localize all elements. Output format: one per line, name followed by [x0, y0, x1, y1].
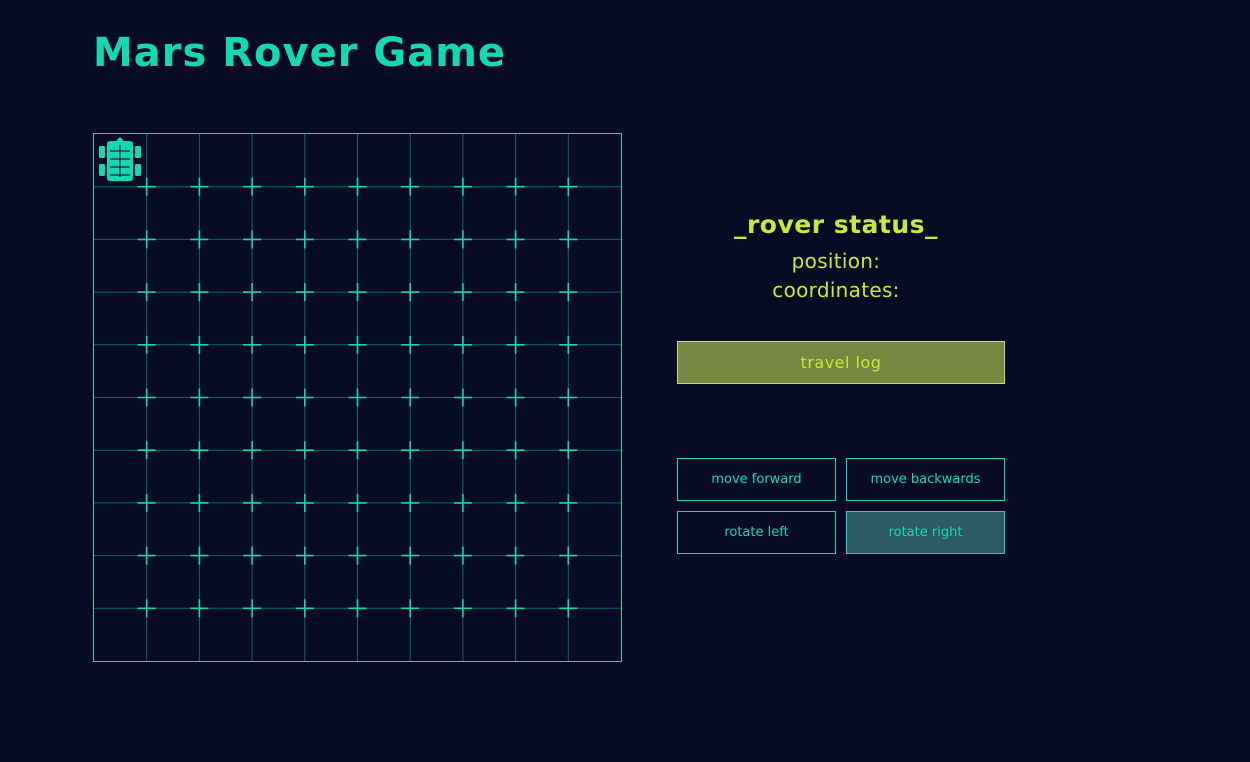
grid-cross-marker [190, 441, 209, 460]
grid-cross-marker [453, 335, 472, 354]
grid-cross-marker [453, 599, 472, 618]
travel-log-button[interactable]: travel log [677, 341, 1005, 384]
grid-cross-marker [295, 493, 314, 512]
grid-cross-marker [243, 599, 262, 618]
grid-cross-marker [348, 388, 367, 407]
grid-cross-marker [190, 335, 209, 354]
grid-cross-marker [348, 335, 367, 354]
rotate-right-button[interactable]: rotate right [846, 511, 1005, 554]
grid-cross-marker [506, 283, 525, 302]
grid-cross-marker [137, 599, 156, 618]
rover-icon[interactable] [97, 137, 143, 185]
grid-cross-marker [559, 493, 578, 512]
grid-cross-marker [506, 177, 525, 196]
grid-cross-marker [295, 388, 314, 407]
grid-cross-marker [401, 230, 420, 249]
grid-cross-marker [190, 493, 209, 512]
grid-cross-marker [243, 230, 262, 249]
grid-cross-marker [190, 546, 209, 565]
grid-cross-marker [401, 177, 420, 196]
grid-cross-marker [559, 230, 578, 249]
coordinates-label: coordinates: [772, 278, 900, 302]
grid-cross-marker [453, 388, 472, 407]
grid-cross-marker [243, 388, 262, 407]
grid-cross-marker [401, 283, 420, 302]
grid-cross-marker [559, 546, 578, 565]
grid-cross-marker [453, 493, 472, 512]
grid-cross-marker [295, 177, 314, 196]
grid-cross-marker [190, 230, 209, 249]
grid-cross-marker [559, 177, 578, 196]
grid-cross-marker [243, 177, 262, 196]
grid-cross-marker [137, 546, 156, 565]
grid-cross-marker [137, 283, 156, 302]
grid-cross-marker [559, 599, 578, 618]
grid-cross-marker [559, 335, 578, 354]
grid-cross-marker [401, 493, 420, 512]
grid-cross-marker [348, 230, 367, 249]
grid-cross-marker [348, 441, 367, 460]
grid-cross-marker [506, 546, 525, 565]
grid-cross-marker [295, 283, 314, 302]
grid-cross-marker [401, 546, 420, 565]
page: Mars Rover Game _rover status_ position:… [0, 0, 1250, 762]
grid-cross-marker [243, 546, 262, 565]
grid-cross-marker [453, 441, 472, 460]
grid-cross-marker [559, 283, 578, 302]
move-backwards-button[interactable]: move backwards [846, 458, 1005, 501]
grid-cross-marker [295, 441, 314, 460]
grid-cross-marker [453, 230, 472, 249]
grid-cross-marker [295, 599, 314, 618]
grid-cross-marker [243, 283, 262, 302]
grid-cross-marker [348, 283, 367, 302]
grid-cross-marker [401, 388, 420, 407]
grid-cross-marker [243, 335, 262, 354]
grid-cross-marker [506, 230, 525, 249]
grid-cross-marker [243, 441, 262, 460]
grid-cross-marker [401, 441, 420, 460]
grid-cross-marker [190, 388, 209, 407]
rover-status-panel: _rover status_ position: coordinates: [677, 210, 995, 305]
page-title: Mars Rover Game [93, 30, 507, 76]
grid-cross-marker [295, 546, 314, 565]
grid-cross-marker [559, 441, 578, 460]
grid-cross-marker [137, 441, 156, 460]
grid-cross-marker [401, 335, 420, 354]
grid-cross-marker [348, 599, 367, 618]
grid-cross-marker [137, 493, 156, 512]
grid-cross-marker [295, 335, 314, 354]
game-board [93, 133, 622, 662]
grid-cross-marker [559, 388, 578, 407]
grid-cross-marker [401, 599, 420, 618]
move-forward-button[interactable]: move forward [677, 458, 836, 501]
grid-cross-marker [137, 230, 156, 249]
grid-cross-marker [453, 283, 472, 302]
grid-cross-marker [506, 599, 525, 618]
grid-cross-marker [506, 493, 525, 512]
grid-cross-marker [295, 230, 314, 249]
grid-cross-marker [348, 546, 367, 565]
grid-cross-marker [137, 388, 156, 407]
position-label: position: [791, 249, 881, 273]
grid-cross-marker [137, 335, 156, 354]
grid-cross-marker [506, 441, 525, 460]
grid-cross-marker [453, 177, 472, 196]
grid-cross-marker [506, 335, 525, 354]
board-grid [94, 134, 621, 661]
grid-cross-marker [506, 388, 525, 407]
grid-cross-marker [453, 546, 472, 565]
grid-cross-marker [243, 493, 262, 512]
grid-cross-marker [348, 493, 367, 512]
rover-status-title: _rover status_ [733, 210, 939, 239]
grid-cross-marker [190, 599, 209, 618]
grid-cross-marker [190, 283, 209, 302]
grid-cross-marker [348, 177, 367, 196]
grid-cross-marker [190, 177, 209, 196]
rotate-left-button[interactable]: rotate left [677, 511, 836, 554]
